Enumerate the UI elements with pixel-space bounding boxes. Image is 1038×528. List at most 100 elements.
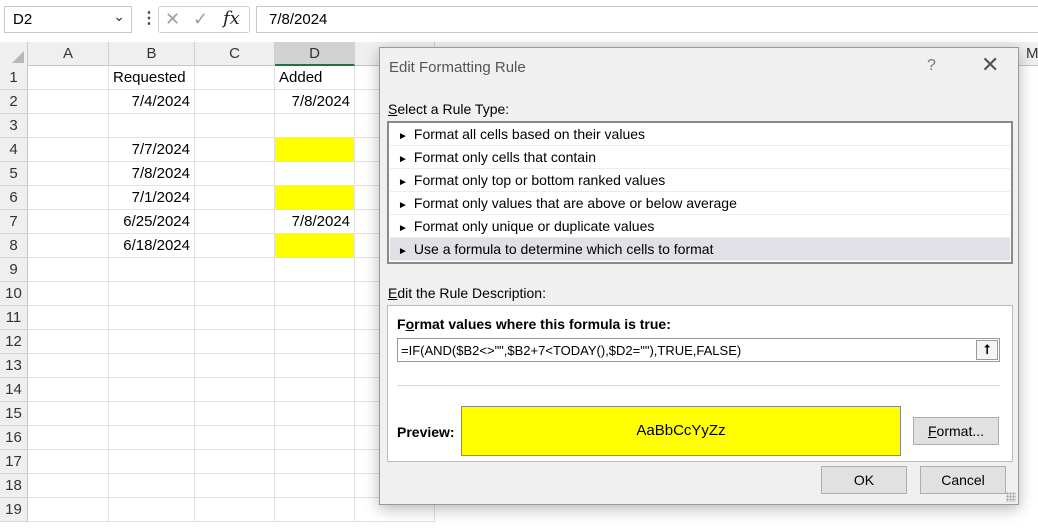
row-header-17[interactable]: 17: [0, 450, 28, 474]
cell-a18[interactable]: [28, 474, 109, 498]
cell-a17[interactable]: [28, 450, 109, 474]
row-header-6[interactable]: 6: [0, 186, 28, 210]
close-icon[interactable]: ✕: [981, 54, 999, 76]
cell-c16[interactable]: [195, 426, 275, 450]
rule-type-item[interactable]: ► Format only values that are above or be…: [390, 192, 1010, 215]
cell-a11[interactable]: [28, 306, 109, 330]
cell-c19[interactable]: [195, 498, 275, 522]
cell-a8[interactable]: [28, 234, 109, 258]
more-options-icon[interactable]: ⋮: [141, 8, 157, 28]
help-icon[interactable]: ?: [927, 57, 936, 75]
column-header-b[interactable]: B: [109, 42, 195, 66]
cell-a3[interactable]: [28, 114, 109, 138]
cell-a14[interactable]: [28, 378, 109, 402]
formula-input[interactable]: 7/8/2024: [256, 6, 1038, 33]
cell-c8[interactable]: [195, 234, 275, 258]
cell-c17[interactable]: [195, 450, 275, 474]
row-header-10[interactable]: 10: [0, 282, 28, 306]
cell-b18[interactable]: [109, 474, 195, 498]
row-header-11[interactable]: 11: [0, 306, 28, 330]
row-header-4[interactable]: 4: [0, 138, 28, 162]
cell-c3[interactable]: [195, 114, 275, 138]
chevron-down-icon[interactable]: ⌄: [113, 8, 125, 25]
cancel-entry-icon[interactable]: ✕: [165, 9, 180, 30]
cell-b4[interactable]: 7/7/2024: [109, 138, 195, 162]
cell-c7[interactable]: [195, 210, 275, 234]
confirm-entry-icon[interactable]: ✓: [193, 9, 208, 30]
cell-a15[interactable]: [28, 402, 109, 426]
rule-type-item[interactable]: ► Format only top or bottom ranked values: [390, 169, 1010, 192]
cell-d5[interactable]: [275, 162, 355, 186]
name-box[interactable]: D2 ⌄: [4, 6, 132, 33]
cell-c11[interactable]: [195, 306, 275, 330]
cell-d4[interactable]: [275, 138, 355, 162]
format-button[interactable]: Format...: [913, 417, 999, 445]
resize-grip-icon[interactable]: [1006, 492, 1016, 502]
cell-a10[interactable]: [28, 282, 109, 306]
cell-b13[interactable]: [109, 354, 195, 378]
select-all-button[interactable]: [0, 42, 28, 66]
ok-button[interactable]: OK: [821, 466, 907, 494]
cell-c10[interactable]: [195, 282, 275, 306]
row-header-14[interactable]: 14: [0, 378, 28, 402]
insert-function-icon[interactable]: fx: [223, 8, 240, 29]
cell-d17[interactable]: [275, 450, 355, 474]
row-header-15[interactable]: 15: [0, 402, 28, 426]
cell-c18[interactable]: [195, 474, 275, 498]
cell-c15[interactable]: [195, 402, 275, 426]
collapse-dialog-button[interactable]: ⭡: [976, 340, 998, 360]
cell-b7[interactable]: 6/25/2024: [109, 210, 195, 234]
cell-d6[interactable]: [275, 186, 355, 210]
row-header-19[interactable]: 19: [0, 498, 28, 522]
cell-d3[interactable]: [275, 114, 355, 138]
cell-a5[interactable]: [28, 162, 109, 186]
cell-b15[interactable]: [109, 402, 195, 426]
column-header-a[interactable]: A: [28, 42, 109, 66]
cell-b11[interactable]: [109, 306, 195, 330]
cell-c1[interactable]: [195, 66, 275, 90]
cell-b2[interactable]: 7/4/2024: [109, 90, 195, 114]
cell-d2[interactable]: 7/8/2024: [275, 90, 355, 114]
cell-c12[interactable]: [195, 330, 275, 354]
cell-a1[interactable]: [28, 66, 109, 90]
cell-a4[interactable]: [28, 138, 109, 162]
row-header-1[interactable]: 1: [0, 66, 28, 90]
row-header-3[interactable]: 3: [0, 114, 28, 138]
cell-c6[interactable]: [195, 186, 275, 210]
cell-b6[interactable]: 7/1/2024: [109, 186, 195, 210]
cell-b9[interactable]: [109, 258, 195, 282]
cell-a7[interactable]: [28, 210, 109, 234]
row-header-8[interactable]: 8: [0, 234, 28, 258]
cell-b3[interactable]: [109, 114, 195, 138]
cell-b17[interactable]: [109, 450, 195, 474]
cell-c5[interactable]: [195, 162, 275, 186]
column-header-c[interactable]: C: [195, 42, 275, 66]
row-header-5[interactable]: 5: [0, 162, 28, 186]
row-header-2[interactable]: 2: [0, 90, 28, 114]
cell-d7[interactable]: 7/8/2024: [275, 210, 355, 234]
row-header-13[interactable]: 13: [0, 354, 28, 378]
cell-b16[interactable]: [109, 426, 195, 450]
rule-formula-input[interactable]: =IF(AND($B2<>"",$B2+7<TODAY(),$D2=""),TR…: [397, 338, 1000, 362]
cell-c14[interactable]: [195, 378, 275, 402]
rule-type-item[interactable]: ► Format all cells based on their values: [390, 123, 1010, 146]
row-header-18[interactable]: 18: [0, 474, 28, 498]
rule-type-item[interactable]: ► Format only cells that contain: [390, 146, 1010, 169]
column-header-d[interactable]: D: [275, 42, 355, 66]
cell-a13[interactable]: [28, 354, 109, 378]
row-header-7[interactable]: 7: [0, 210, 28, 234]
cell-b1[interactable]: Requested: [109, 66, 195, 90]
rule-type-list[interactable]: ► Format all cells based on their values ►…: [387, 121, 1013, 264]
cell-d14[interactable]: [275, 378, 355, 402]
cell-b5[interactable]: 7/8/2024: [109, 162, 195, 186]
cell-d19[interactable]: [275, 498, 355, 522]
cell-d8[interactable]: [275, 234, 355, 258]
cell-d1[interactable]: Added: [275, 66, 355, 90]
cell-a19[interactable]: [28, 498, 109, 522]
cell-c9[interactable]: [195, 258, 275, 282]
row-header-16[interactable]: 16: [0, 426, 28, 450]
cell-d16[interactable]: [275, 426, 355, 450]
cell-a12[interactable]: [28, 330, 109, 354]
cell-b19[interactable]: [109, 498, 195, 522]
cell-a9[interactable]: [28, 258, 109, 282]
